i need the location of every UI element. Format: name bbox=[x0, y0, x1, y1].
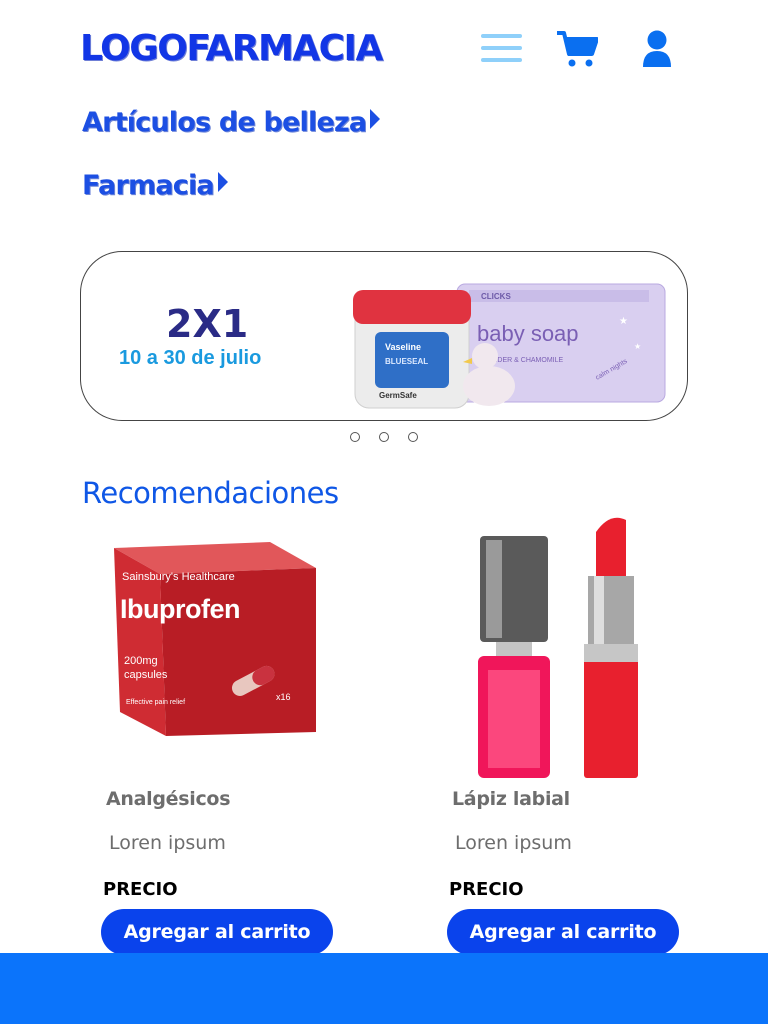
carousel-dot[interactable] bbox=[408, 432, 418, 442]
add-to-cart-button[interactable]: Agregar al carrito bbox=[447, 909, 679, 955]
ibuprofen-form-text: capsules bbox=[124, 669, 168, 681]
promo-products-image: CLICKS baby soap LAVENDER & CHAMOMILE ca… bbox=[353, 283, 666, 409]
soap-brand-text: CLICKS bbox=[481, 292, 511, 301]
product-name[interactable]: Analgésicos bbox=[106, 788, 231, 810]
product-description: Loren ipsum bbox=[455, 832, 572, 854]
jar-brand-text: Vaseline bbox=[385, 342, 421, 352]
cart-icon[interactable] bbox=[556, 30, 599, 68]
arrow-right-icon bbox=[370, 109, 381, 129]
carousel-dot[interactable] bbox=[379, 432, 389, 442]
promo-title: 2X1 bbox=[166, 302, 249, 346]
footer-bar bbox=[0, 953, 768, 1024]
svg-text:★: ★ bbox=[619, 316, 628, 327]
product-price: PRECIO bbox=[103, 879, 178, 900]
product-description: Loren ipsum bbox=[109, 832, 226, 854]
product-price: PRECIO bbox=[449, 879, 524, 900]
category-link-pharmacy[interactable]: Farmacia bbox=[82, 170, 228, 201]
user-icon[interactable] bbox=[641, 30, 673, 68]
svg-text:★: ★ bbox=[634, 342, 641, 351]
promo-banner[interactable]: 2X1 10 a 30 de julio CLICKS baby soap LA… bbox=[80, 251, 688, 421]
carousel-dots bbox=[350, 432, 418, 442]
ibuprofen-brand-text: Sainsbury's Healthcare bbox=[122, 571, 235, 583]
category-label-pharmacy: Farmacia bbox=[82, 170, 215, 201]
logo[interactable]: LOGOFARMACIA bbox=[80, 28, 383, 69]
product-image-ibuprofen[interactable]: Sainsbury's Healthcare Ibuprofen 200mg c… bbox=[110, 540, 320, 740]
ibuprofen-count-text: x16 bbox=[276, 692, 291, 702]
ibuprofen-dose-text: 200mg bbox=[124, 655, 158, 667]
category-label-beauty: Artículos de belleza bbox=[82, 107, 367, 138]
add-to-cart-button[interactable]: Agregar al carrito bbox=[101, 909, 333, 955]
arrow-right-icon bbox=[217, 172, 228, 192]
ibuprofen-product-text: Ibuprofen bbox=[120, 594, 240, 624]
product-image-lipstick[interactable] bbox=[470, 512, 660, 780]
promo-dates: 10 a 30 de julio bbox=[119, 347, 262, 369]
carousel-dot[interactable] bbox=[350, 432, 360, 442]
jar-product-text: BLUESEAL bbox=[385, 357, 428, 366]
product-name[interactable]: Lápiz labial bbox=[452, 788, 570, 810]
section-title-recommendations: Recomendaciones bbox=[82, 476, 339, 510]
jar-line-text: GermSafe bbox=[379, 391, 417, 400]
ibuprofen-claim-text: Effective pain relief bbox=[126, 699, 185, 706]
soap-product-text: baby soap bbox=[477, 321, 579, 346]
menu-icon[interactable] bbox=[481, 34, 522, 66]
category-link-beauty[interactable]: Artículos de belleza bbox=[82, 107, 381, 138]
